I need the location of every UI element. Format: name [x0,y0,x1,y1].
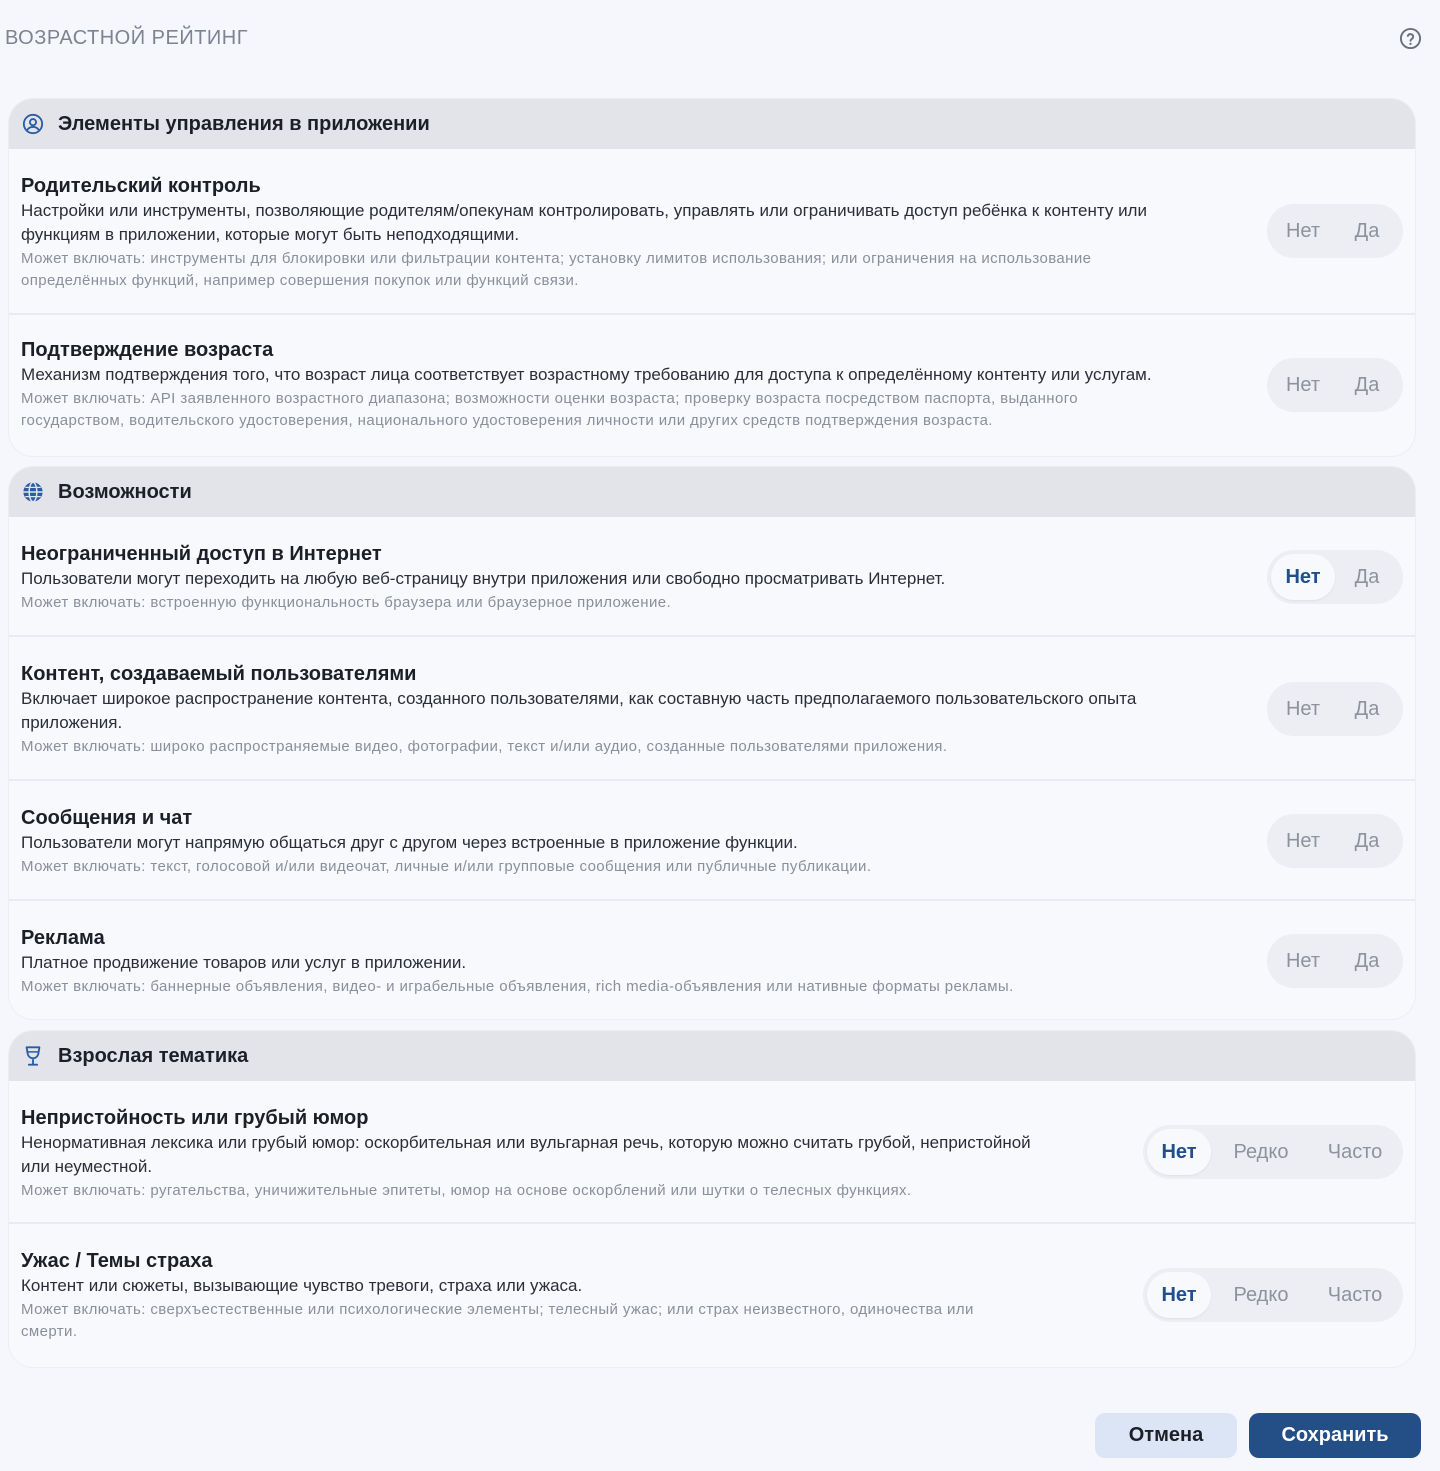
option-often[interactable]: Часто [1311,1129,1399,1175]
frequency-toggle[interactable]: Нет Редко Часто [1143,1268,1403,1322]
rating-row: Подтверждение возраста Механизм подтверж… [9,315,1415,456]
option-yes[interactable]: Да [1335,818,1399,864]
rating-row: Контент, создаваемый пользователями Вклю… [9,637,1415,781]
option-no[interactable]: Нет [1271,554,1335,600]
globe-icon [22,481,44,503]
section-title: Элементы управления в приложении [58,112,430,135]
option-none[interactable]: Нет [1147,1129,1211,1175]
row-hint: Может включать: ругательства, уничижител… [21,1182,912,1199]
wine-glass-icon [22,1045,44,1067]
section-header: Возможности [9,467,1415,517]
section-app-controls: Элементы управления в приложении Родител… [9,99,1415,456]
row-description: Механизм подтверждения того, что возраст… [21,365,1152,384]
option-rarely[interactable]: Редко [1211,1272,1311,1318]
row-title: Реклама [21,927,105,949]
yes-no-toggle[interactable]: Нет Да [1267,204,1403,258]
row-hint: Может включать: текст, голосовой и/или в… [21,858,872,875]
option-yes[interactable]: Да [1335,362,1399,408]
row-description: Ненормативная лексика или грубый юмор: о… [21,1133,1031,1176]
page-title: ВОЗРАСТНОЙ РЕЙТИНГ [5,27,249,49]
row-title: Ужас / Темы страха [21,1250,213,1272]
frequency-toggle[interactable]: Нет Редко Часто [1143,1125,1403,1179]
option-yes[interactable]: Да [1335,208,1399,254]
rating-row: Реклама Платное продвижение товаров или … [9,901,1415,1019]
user-circle-icon [22,113,44,135]
option-often[interactable]: Часто [1311,1272,1399,1318]
yes-no-toggle[interactable]: Нет Да [1267,682,1403,736]
yes-no-toggle[interactable]: Нет Да [1267,358,1403,412]
section-capabilities: Возможности Неограниченный доступ в Инте… [9,467,1415,1019]
rating-row: Непристойность или грубый юмор Ненормати… [9,1081,1415,1224]
yes-no-toggle[interactable]: Нет Да [1267,550,1403,604]
section-title: Взрослая тематика [58,1044,249,1067]
row-description: Платное продвижение товаров или услуг в … [21,953,467,972]
cancel-button[interactable]: Отмена [1095,1413,1237,1458]
section-mature-themes: Взрослая тематика Непристойность или гру… [9,1031,1415,1367]
row-hint: Может включать: встроенную функционально… [21,594,672,611]
option-no[interactable]: Нет [1271,362,1335,408]
option-no[interactable]: Нет [1271,208,1335,254]
option-no[interactable]: Нет [1271,686,1335,732]
row-title: Контент, создаваемый пользователями [21,663,417,685]
row-title: Подтверждение возраста [21,339,274,361]
rating-row: Сообщения и чат Пользователи могут напря… [9,781,1415,901]
option-yes[interactable]: Да [1335,938,1399,984]
row-title: Непристойность или грубый юмор [21,1107,369,1129]
yes-no-toggle[interactable]: Нет Да [1267,934,1403,988]
yes-no-toggle[interactable]: Нет Да [1267,814,1403,868]
row-description: Пользователи могут переходить на любую в… [21,569,946,588]
section-header: Элементы управления в приложении [9,99,1415,149]
row-hint: Может включать: баннерные объявления, ви… [21,978,1014,995]
row-title: Родительский контроль [21,175,261,197]
row-description: Настройки или инструменты, позволяющие р… [21,201,1147,244]
row-description: Контент или сюжеты, вызывающие чувство т… [21,1276,583,1295]
row-hint: Может включать: широко распространяемые … [21,738,948,755]
section-header: Взрослая тематика [9,1031,1415,1081]
option-yes[interactable]: Да [1335,686,1399,732]
rating-row: Ужас / Темы страха Контент или сюжеты, в… [9,1224,1415,1367]
row-description: Пользователи могут напрямую общаться дру… [21,833,798,852]
option-yes[interactable]: Да [1335,554,1399,600]
row-hint: Может включать: инструменты для блокиров… [21,250,1092,289]
save-button[interactable]: Сохранить [1249,1413,1421,1458]
rating-row: Неограниченный доступ в Интернет Пользов… [9,517,1415,637]
row-hint: Может включать: API заявленного возрастн… [21,390,1078,429]
option-rarely[interactable]: Редко [1211,1129,1311,1175]
option-none[interactable]: Нет [1147,1272,1211,1318]
row-title: Неограниченный доступ в Интернет [21,543,382,565]
option-no[interactable]: Нет [1271,818,1335,864]
option-no[interactable]: Нет [1271,938,1335,984]
rating-row: Родительский контроль Настройки или инст… [9,149,1415,315]
row-hint: Может включать: сверхъестественные или п… [21,1301,974,1340]
help-icon[interactable] [1399,27,1422,50]
row-description: Включает широкое распространение контент… [21,689,1137,732]
section-title: Возможности [58,480,192,503]
row-title: Сообщения и чат [21,807,193,829]
